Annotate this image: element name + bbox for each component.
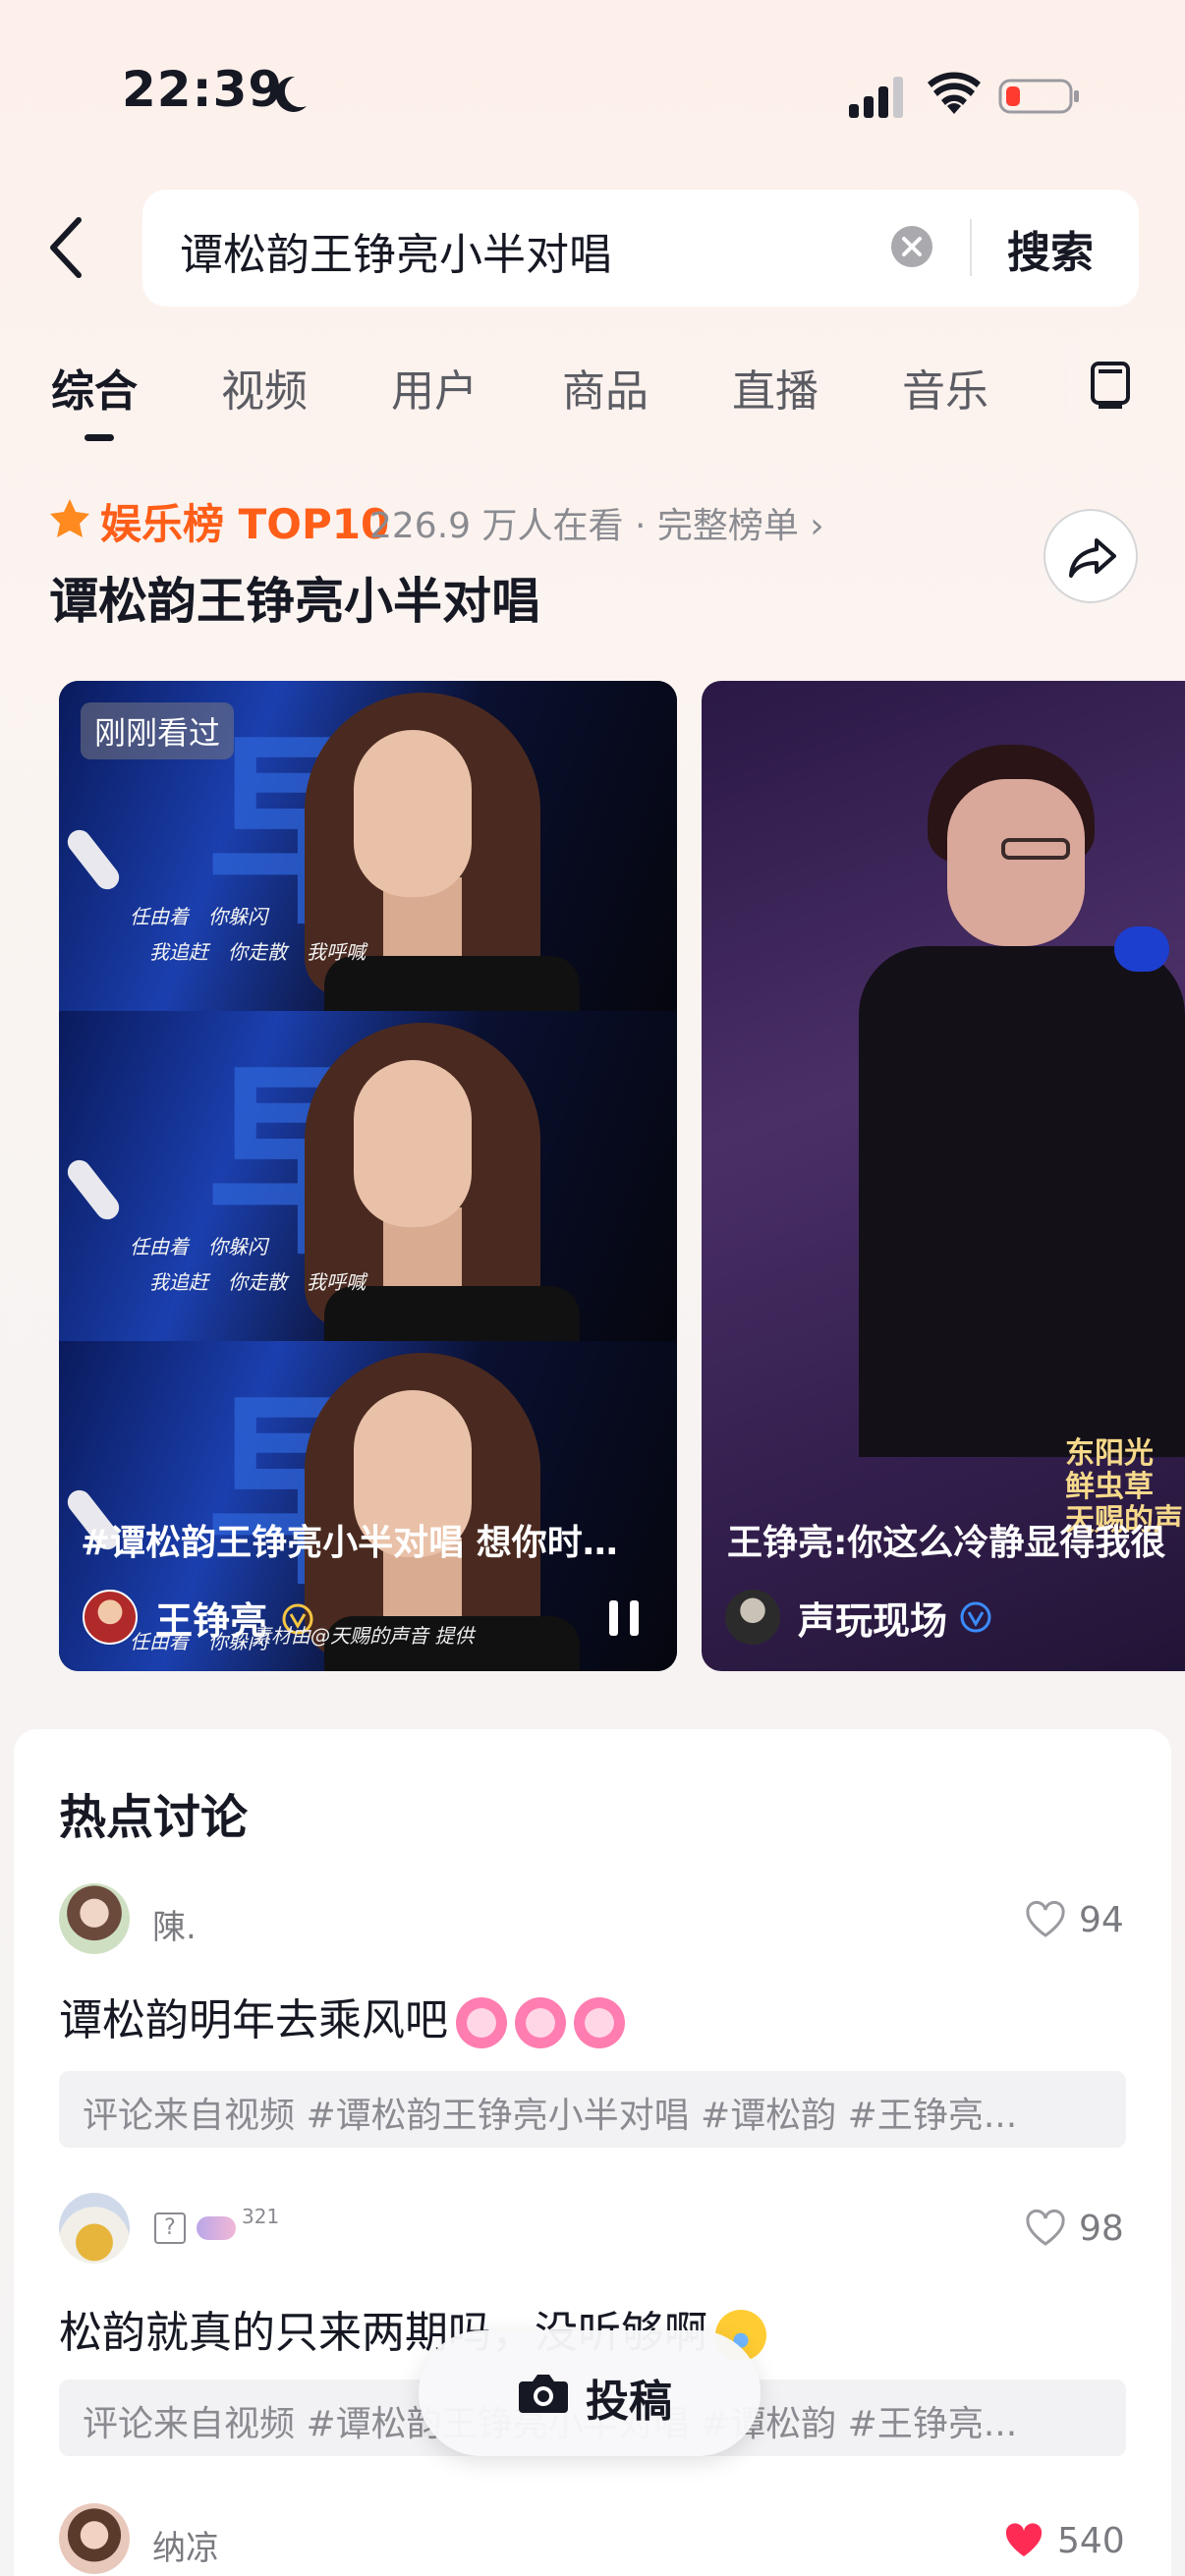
tab-fade (1061, 344, 1073, 422)
video-card-2[interactable]: 东阳光 鲜虫草 天赐的声 王铮亮:你这么冷静显得我很 声玩现场 (702, 681, 1185, 1671)
like-heart-icon[interactable] (1024, 1898, 1067, 1941)
video-caption[interactable]: #谭松韵王铮亮小半对唱 想你时… (81, 1514, 660, 1565)
tab-active-indicator (85, 434, 114, 441)
emoji-icon (574, 1997, 625, 2048)
video-author[interactable]: 声玩现场 (798, 1591, 947, 1645)
like-count: 98 (1079, 2209, 1124, 2249)
avatar[interactable] (59, 2193, 130, 2264)
avatar[interactable] (59, 2503, 130, 2574)
post-button[interactable]: 投稿 (419, 2330, 761, 2456)
share-button[interactable] (1044, 509, 1138, 603)
status-time: 22:39 (122, 61, 284, 118)
video-author[interactable]: 王铮亮 (155, 1591, 267, 1645)
clear-icon[interactable] (889, 224, 934, 269)
share-icon (1069, 538, 1116, 578)
ranking-label[interactable]: 娱乐榜 TOP10 (100, 491, 389, 551)
comment-text: 谭松韵明年去乘风吧 (59, 1985, 625, 2048)
search-input[interactable]: 谭松韵王铮亮小半对唱 搜索 (142, 190, 1139, 307)
unknown-glyph-icon: ? (154, 2212, 186, 2244)
like-heart-icon[interactable] (1024, 2207, 1067, 2250)
moon-icon (275, 76, 307, 112)
ranking-meta[interactable]: 226.9 万人在看 · 完整榜单 › (369, 497, 824, 548)
back-arrow-icon[interactable] (43, 210, 92, 285)
wifi-icon (928, 72, 981, 114)
ranking-title[interactable]: 谭松韵王铮亮小半对唱 (49, 562, 540, 633)
liked-heart-icon[interactable] (1002, 2519, 1045, 2562)
comment-user[interactable]: 陳. (152, 1900, 197, 1948)
source-credit: 素材由@天赐的声音 提供 (252, 1624, 475, 1648)
camera-icon (519, 2375, 568, 2413)
search-button[interactable]: 搜索 (1007, 217, 1094, 280)
search-query-text[interactable]: 谭松韵王铮亮小半对唱 (180, 219, 612, 282)
video-caption[interactable]: 王铮亮:你这么冷静显得我很 (727, 1514, 1185, 1565)
tab-comprehensive[interactable]: 综合 (51, 356, 138, 419)
tab-live[interactable]: 直播 (732, 356, 818, 419)
like-count: 540 (1057, 2521, 1125, 2561)
candy-icon (197, 2216, 236, 2240)
avatar[interactable] (59, 1883, 130, 1954)
battery-icon (998, 79, 1079, 114)
emoji-icon (456, 1997, 507, 2048)
comment-source-tags[interactable]: 评论来自视频 #谭松韵王铮亮小半对唱 #谭松韵 #王铮亮... (59, 2071, 1126, 2148)
like-count: 94 (1079, 1900, 1124, 1940)
video-frame-2: 早 任由着 你躲闪我追赶 你走散 我呼喊 (59, 1011, 677, 1341)
comment-user[interactable]: 纳凉 (152, 2521, 219, 2569)
star-icon (50, 499, 89, 537)
search-divider (970, 219, 972, 276)
cellular-signal-icon (849, 77, 903, 118)
recently-watched-badge: 刚刚看过 (81, 702, 235, 759)
avatar[interactable] (83, 1590, 138, 1645)
avatar[interactable] (725, 1590, 780, 1645)
tab-products[interactable]: 商品 (562, 356, 649, 419)
video-card-1[interactable]: 早 任由着 你躲闪我追赶 你走散 我呼喊 早 任由着 你躲闪我追赶 你走散 我呼… (59, 681, 677, 1671)
pause-icon[interactable] (605, 1596, 643, 1640)
verified-badge-icon (960, 1601, 991, 1633)
tab-users[interactable]: 用户 (391, 356, 478, 419)
section-title: 热点讨论 (59, 1790, 249, 1845)
emoji-icon (515, 1997, 566, 2048)
post-label: 投稿 (586, 2377, 672, 2427)
filter-panel-icon[interactable] (1079, 356, 1140, 411)
comment-user[interactable]: 321 (242, 2205, 279, 2228)
tab-video[interactable]: 视频 (221, 356, 308, 419)
tab-music[interactable]: 音乐 (902, 356, 988, 419)
